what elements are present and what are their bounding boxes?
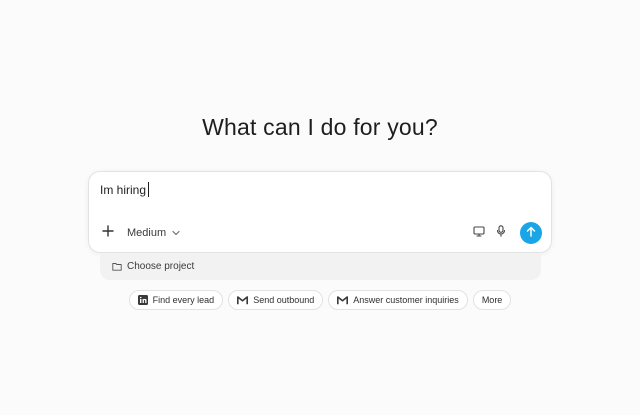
choose-project-label: Choose project bbox=[127, 261, 195, 272]
text-caret bbox=[148, 182, 150, 197]
microphone-icon bbox=[496, 224, 506, 242]
folder-icon bbox=[112, 262, 122, 271]
suggestion-chip-label: Send outbound bbox=[253, 295, 315, 305]
page: What can I do for you? Im hiring Medium bbox=[0, 0, 640, 415]
composer-toolbar: Medium bbox=[97, 222, 542, 244]
chevron-down-icon bbox=[172, 230, 180, 236]
suggestion-chip-answer-customer-inquiries[interactable]: Answer customer inquiries bbox=[328, 290, 468, 310]
prompt-input[interactable]: Im hiring bbox=[100, 182, 150, 197]
gmail-icon bbox=[337, 295, 349, 305]
add-attachment-button[interactable] bbox=[97, 222, 119, 244]
prompt-composer: Im hiring Medium bbox=[88, 171, 552, 253]
suggestion-chip-send-outbound[interactable]: Send outbound bbox=[228, 290, 324, 310]
gmail-icon bbox=[237, 295, 249, 305]
suggestion-chip-find-every-lead[interactable]: Find every lead bbox=[128, 290, 224, 310]
model-select-label: Medium bbox=[127, 227, 167, 239]
monitor-icon bbox=[473, 224, 485, 242]
suggestion-chips: Find every lead Send outbound Answer cus… bbox=[0, 290, 640, 310]
linkedin-icon bbox=[137, 295, 148, 305]
arrow-up-icon bbox=[526, 224, 536, 242]
choose-project-button[interactable]: Choose project bbox=[100, 253, 541, 280]
suggestion-chip-label: Find every lead bbox=[152, 295, 215, 305]
prompt-input-value: Im hiring bbox=[100, 182, 147, 197]
suggestion-chip-label: More bbox=[481, 295, 503, 305]
page-title: What can I do for you? bbox=[202, 114, 438, 140]
voice-input-button[interactable] bbox=[490, 222, 512, 244]
plus-icon bbox=[102, 224, 114, 242]
suggestion-chip-label: Answer customer inquiries bbox=[353, 295, 459, 305]
computer-button[interactable] bbox=[468, 222, 490, 244]
suggestion-chip-more[interactable]: More bbox=[472, 290, 512, 310]
send-button[interactable] bbox=[520, 222, 542, 244]
model-select[interactable]: Medium bbox=[127, 227, 180, 239]
